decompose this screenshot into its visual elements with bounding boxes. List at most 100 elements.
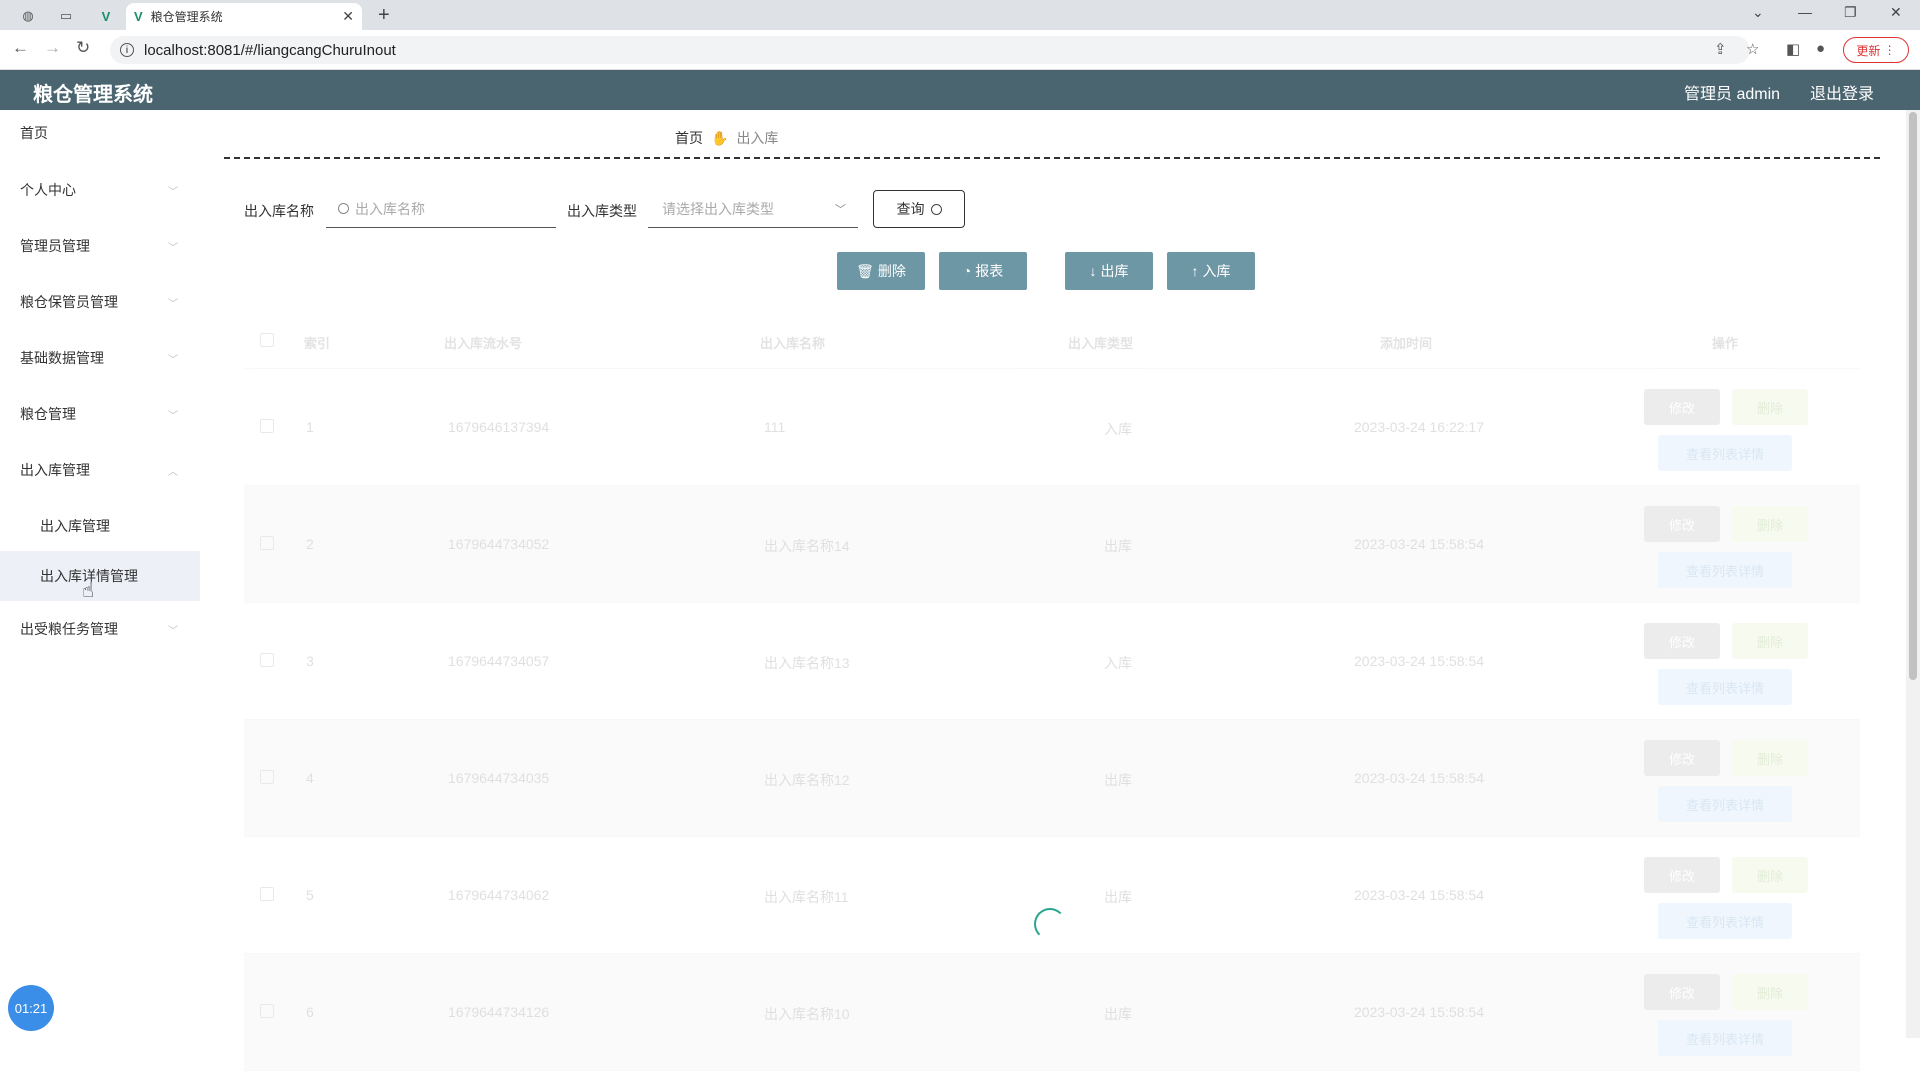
breadcrumb-current: 出入库	[736, 130, 779, 146]
cell-type: 出库	[1104, 538, 1132, 554]
col-actions: 操作	[1712, 336, 1739, 351]
trash-icon: 🗑	[856, 262, 874, 279]
tab-search-icon[interactable]: ⌄	[1752, 4, 1764, 21]
search-icon	[338, 203, 349, 214]
row-delete-button[interactable]: 删除	[1732, 506, 1808, 542]
col-name[interactable]: 出入库名称	[760, 333, 825, 352]
row-delete-button[interactable]: 删除	[1732, 857, 1808, 893]
chevron-down-icon: ﹀	[168, 186, 178, 198]
bookmark-star-icon[interactable]: ☆	[1746, 40, 1759, 58]
col-type[interactable]: 出入库类型	[1068, 333, 1133, 352]
sidebar-item-label: 基础数据管理	[20, 350, 104, 366]
browser-tab-strip: ◍ ▭ V V 粮仓管理系统 ✕ + ⌄ — ❐ ✕	[0, 0, 1920, 30]
share-icon[interactable]: ⇪	[1714, 40, 1727, 58]
row-checkbox[interactable]	[260, 419, 274, 433]
row-checkbox[interactable]	[260, 1004, 274, 1018]
scrollbar-thumb[interactable]	[1909, 112, 1917, 680]
hand-cursor-icon: ☝	[82, 580, 95, 602]
sidebar-item-home[interactable]: 首页	[0, 110, 200, 156]
breadcrumb-home[interactable]: 首页	[675, 128, 703, 148]
type-label: 出入库类型	[567, 203, 637, 219]
row-checkbox[interactable]	[260, 653, 274, 667]
sidebar-item-basedata[interactable]: 基础数据管理 ﹀	[0, 335, 200, 381]
cell-name: 出入库名称11	[764, 889, 849, 905]
modify-button[interactable]: 修改	[1644, 623, 1720, 659]
address-bar[interactable]: i localhost:8081/#/liangcangChuruInout	[110, 36, 1750, 64]
arrow-up-icon: ↑	[1191, 263, 1199, 279]
report-button[interactable]: ◔ 报表	[939, 252, 1027, 290]
cell-index: 5	[306, 887, 314, 903]
modify-button[interactable]: 修改	[1644, 389, 1720, 425]
row-checkbox[interactable]	[260, 536, 274, 550]
sidebar-item-inout[interactable]: 出入库管理 ︿	[0, 447, 200, 493]
page-scrollbar[interactable]	[1906, 110, 1920, 1038]
back-icon[interactable]: ←	[12, 38, 29, 58]
sidebar-subitem-inout-detail[interactable]: 出入库详情管理	[0, 551, 200, 601]
type-select[interactable]: 请选择出入库类型 ﹀	[648, 190, 858, 228]
view-detail-button[interactable]: 查看列表详情	[1658, 669, 1792, 705]
sidebar-subitem-inout[interactable]: 出入库管理	[0, 501, 200, 551]
profile-icon[interactable]: ●	[1816, 40, 1825, 57]
select-all-checkbox[interactable]	[260, 333, 274, 347]
cell-name: 出入库名称13	[764, 655, 850, 671]
pie-chart-icon: ◔	[962, 263, 972, 279]
globe-icon[interactable]: ◍	[14, 4, 42, 28]
query-button[interactable]: 查询	[873, 190, 965, 228]
vue-tab-icon[interactable]: V	[92, 4, 120, 28]
restore-icon[interactable]: ❐	[1844, 4, 1857, 21]
cell-time: 2023-03-24 15:58:54	[1354, 887, 1484, 903]
outbound-button[interactable]: ↓ 出库	[1065, 252, 1153, 290]
new-tab-button[interactable]: +	[378, 4, 390, 27]
window-close-icon[interactable]: ✕	[1890, 4, 1902, 21]
cell-serial: 1679646137394	[448, 419, 550, 435]
cell-type: 出库	[1104, 772, 1132, 788]
cell-time: 2023-03-24 15:58:54	[1354, 653, 1484, 669]
modify-button[interactable]: 修改	[1644, 506, 1720, 542]
logout-link[interactable]: 退出登录	[1810, 80, 1874, 104]
row-checkbox[interactable]	[260, 887, 274, 901]
cell-index: 6	[306, 1004, 314, 1020]
modify-button[interactable]: 修改	[1644, 974, 1720, 1010]
browser-toolbar: ← → ↻ i localhost:8081/#/liangcangChuruI…	[0, 30, 1920, 70]
cell-name: 出入库名称10	[764, 1006, 850, 1022]
recording-timer[interactable]: 01:21	[8, 985, 54, 1031]
minimize-icon[interactable]: —	[1798, 4, 1812, 20]
chevron-down-icon: ﹀	[168, 625, 178, 637]
side-panel-icon[interactable]: ◧	[1786, 40, 1800, 58]
modify-button[interactable]: 修改	[1644, 740, 1720, 776]
row-delete-button[interactable]: 删除	[1732, 974, 1808, 1010]
chevron-down-icon: ﹀	[168, 242, 178, 254]
reload-icon[interactable]: ↻	[76, 38, 90, 58]
sidebar-item-keeper[interactable]: 粮仓保管员管理 ﹀	[0, 279, 200, 325]
sidebar-item-task[interactable]: 出受粮任务管理 ﹀	[0, 606, 200, 652]
delete-button[interactable]: 🗑 删除	[837, 252, 925, 290]
col-time[interactable]: 添加时间	[1380, 333, 1432, 352]
col-serial[interactable]: 出入库流水号	[444, 333, 522, 352]
cell-index: 4	[306, 770, 314, 786]
site-info-icon[interactable]: i	[120, 43, 134, 57]
sidebar-item-granary[interactable]: 粮仓管理 ﹀	[0, 391, 200, 437]
blank-tab-icon[interactable]: ▭	[52, 4, 80, 28]
view-detail-button[interactable]: 查看列表详情	[1658, 435, 1792, 471]
row-checkbox[interactable]	[260, 770, 274, 784]
vue-logo-icon: V	[134, 9, 143, 24]
sidebar-item-admin[interactable]: 管理员管理 ﹀	[0, 223, 200, 269]
modify-button[interactable]: 修改	[1644, 857, 1720, 893]
forward-icon[interactable]: →	[44, 38, 61, 58]
update-button[interactable]: 更新 ⋮	[1843, 37, 1909, 63]
close-tab-icon[interactable]: ✕	[342, 8, 354, 25]
row-delete-button[interactable]: 删除	[1732, 740, 1808, 776]
row-delete-button[interactable]: 删除	[1732, 389, 1808, 425]
active-browser-tab[interactable]: V 粮仓管理系统 ✕	[126, 3, 362, 30]
view-detail-button[interactable]: 查看列表详情	[1658, 552, 1792, 588]
view-detail-button[interactable]: 查看列表详情	[1658, 1020, 1792, 1056]
inbound-button[interactable]: ↑ 入库	[1167, 252, 1255, 290]
view-detail-button[interactable]: 查看列表详情	[1658, 903, 1792, 939]
sidebar-item-profile[interactable]: 个人中心 ﹀	[0, 167, 200, 213]
row-delete-button[interactable]: 删除	[1732, 623, 1808, 659]
table-row: 6 1679644734126 出入库名称10 出库 2023-03-24 15:58:…	[244, 954, 1860, 1071]
tab-title: 粮仓管理系统	[150, 10, 223, 24]
update-label: 更新	[1856, 43, 1881, 58]
name-search-input[interactable]: 出入库名称	[326, 190, 556, 228]
view-detail-button[interactable]: 查看列表详情	[1658, 786, 1792, 822]
